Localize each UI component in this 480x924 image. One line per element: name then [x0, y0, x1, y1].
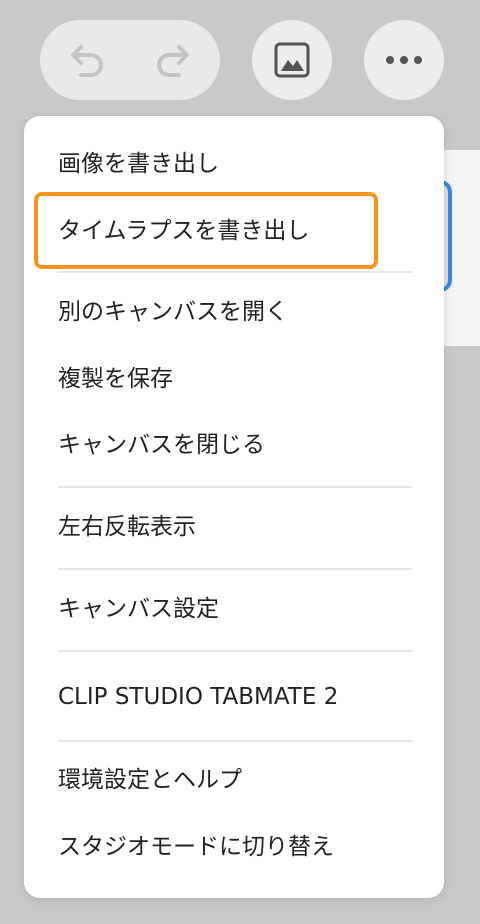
undo-redo-group [40, 20, 220, 100]
menu-divider [58, 740, 412, 742]
canvas-list-panel [434, 150, 480, 346]
menu-item-close-canvas[interactable]: キャンバスを閉じる [58, 430, 265, 460]
file-menu: 画像を書き出し タイムラプスを書き出し 別のキャンバスを開く 複製を保存 キャン… [24, 116, 444, 898]
more-icon [386, 56, 422, 64]
menu-divider [58, 568, 412, 570]
menu-item-studio-mode[interactable]: スタジオモードに切り替え [58, 832, 334, 862]
menu-item-preferences-help[interactable]: 環境設定とヘルプ [58, 765, 242, 795]
more-button[interactable] [364, 20, 444, 100]
menu-item-canvas-settings[interactable]: キャンバス設定 [58, 594, 219, 624]
menu-item-tabmate[interactable]: CLIP STUDIO TABMATE 2 [58, 682, 338, 712]
menu-item-save-copy[interactable]: 複製を保存 [58, 364, 173, 394]
image-button[interactable] [252, 20, 332, 100]
image-icon [274, 42, 310, 78]
menu-divider [58, 486, 412, 488]
menu-divider [58, 650, 412, 652]
menu-item-open-canvas[interactable]: 別のキャンバスを開く [58, 297, 288, 327]
menu-divider [58, 271, 412, 273]
redo-icon [157, 45, 189, 77]
undo-button[interactable] [68, 40, 108, 80]
menu-item-export-timelapse[interactable]: タイムラプスを書き出し [58, 216, 309, 246]
menu-item-flip-horizontal[interactable]: 左右反転表示 [58, 512, 196, 542]
menu-item-export-image[interactable]: 画像を書き出し [58, 149, 219, 179]
redo-button[interactable] [152, 40, 192, 80]
undo-icon [71, 45, 103, 77]
